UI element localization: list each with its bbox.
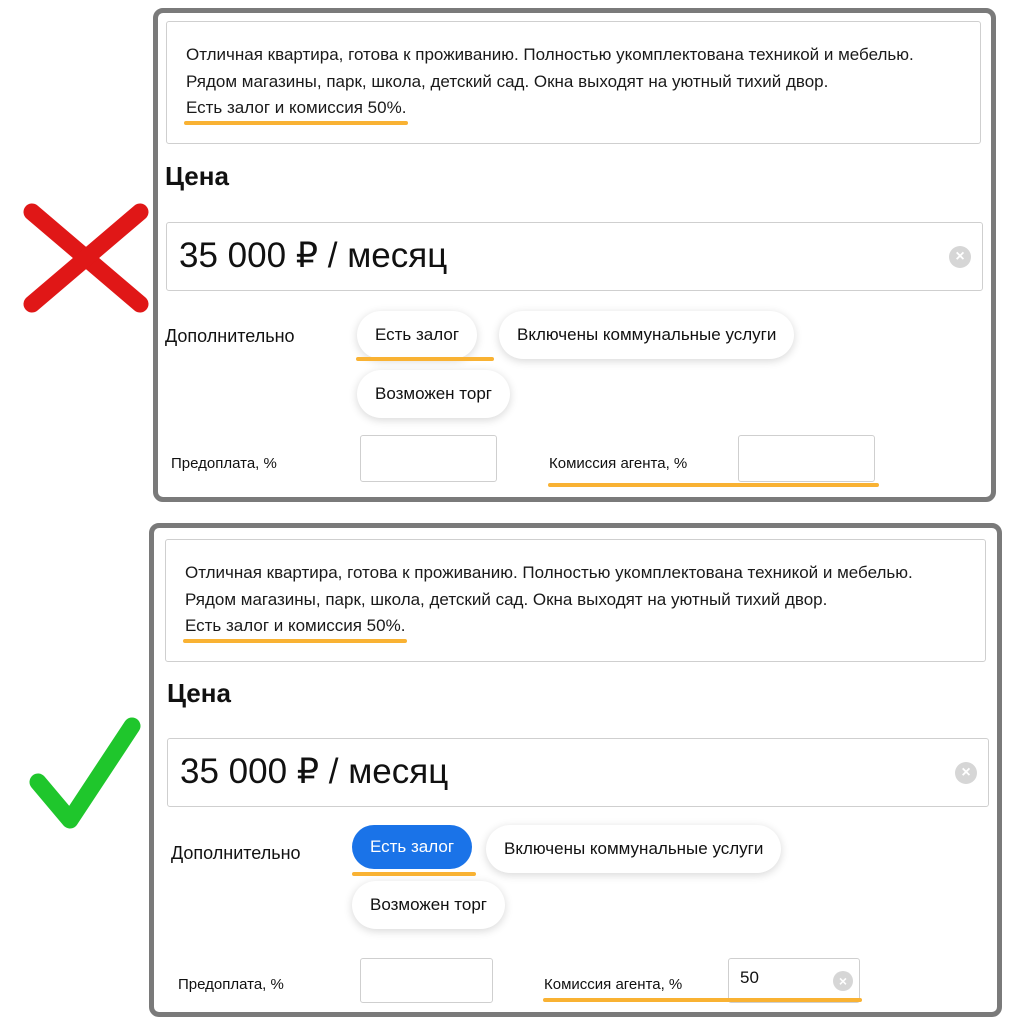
chip-utilities[interactable]: Включены коммунальные услуги xyxy=(499,311,795,359)
chip-utilities-label: Включены коммунальные услуги xyxy=(504,839,764,858)
wrong-cross-icon xyxy=(23,203,149,313)
good-example-form: Отличная квартира, готова к проживанию. … xyxy=(149,523,1002,1017)
price-value: 35 000 ₽ / месяц xyxy=(179,236,448,275)
chip-bargain[interactable]: Возможен торг xyxy=(352,881,505,929)
chip-bargain[interactable]: Возможен торг xyxy=(357,370,510,418)
commission-value: 50 xyxy=(740,968,759,987)
description-highlight-text: Есть залог и комиссия 50%. xyxy=(185,616,406,635)
extras-label: Дополнительно xyxy=(165,326,295,346)
description-highlight: Есть залог и комиссия 50%. xyxy=(183,613,408,643)
deposit-underline xyxy=(356,357,494,361)
prepayment-input[interactable] xyxy=(360,958,493,1003)
price-heading: Цена xyxy=(167,678,231,708)
chip-bargain-label: Возможен торг xyxy=(370,895,487,914)
chip-utilities-label: Включены коммунальные услуги xyxy=(517,325,777,344)
prepayment-label: Предоплата, % xyxy=(171,455,277,472)
commission-underline xyxy=(548,483,879,487)
price-heading: Цена xyxy=(165,161,229,191)
highlight-underline xyxy=(183,638,408,643)
price-value: 35 000 ₽ / месяц xyxy=(180,752,449,791)
description-highlight-text: Есть залог и комиссия 50%. xyxy=(186,98,407,117)
description-text: Отличная квартира, готова к проживанию. … xyxy=(185,563,913,609)
chip-utilities[interactable]: Включены коммунальные услуги xyxy=(486,825,782,873)
description-text: Отличная квартира, готова к проживанию. … xyxy=(186,45,914,91)
bad-example-form: Отличная квартира, готова к проживанию. … xyxy=(153,8,996,502)
chip-deposit[interactable]: Есть залог xyxy=(352,825,473,869)
commission-label: Комиссия агента, % xyxy=(544,976,683,993)
deposit-underline xyxy=(352,872,476,876)
clear-commission-icon[interactable]: × xyxy=(833,971,853,991)
price-input[interactable]: 35 000 ₽ / месяц × xyxy=(166,222,983,291)
prepayment-label: Предоплата, % xyxy=(178,976,284,993)
highlight-underline xyxy=(184,120,409,125)
chip-deposit[interactable]: Есть залог xyxy=(357,311,478,359)
clear-price-icon[interactable]: × xyxy=(955,762,977,784)
description-box: Отличная квартира, готова к проживанию. … xyxy=(165,539,986,662)
description-box: Отличная квартира, готова к проживанию. … xyxy=(166,21,981,144)
extras-label: Дополнительно xyxy=(171,843,301,863)
chip-deposit-label: Есть залог xyxy=(370,837,455,856)
prepayment-input[interactable] xyxy=(360,435,497,482)
description-highlight: Есть залог и комиссия 50%. xyxy=(184,95,409,125)
commission-input[interactable]: 50 × xyxy=(728,958,860,1003)
chip-bargain-label: Возможен торг xyxy=(375,384,492,403)
commission-label: Комиссия агента, % xyxy=(549,455,688,472)
correct-check-icon xyxy=(29,717,141,829)
clear-price-icon[interactable]: × xyxy=(949,246,971,268)
commission-input[interactable] xyxy=(738,435,875,482)
chip-deposit-label: Есть залог xyxy=(375,325,460,344)
price-input[interactable]: 35 000 ₽ / месяц × xyxy=(167,738,989,807)
commission-underline xyxy=(543,998,862,1002)
